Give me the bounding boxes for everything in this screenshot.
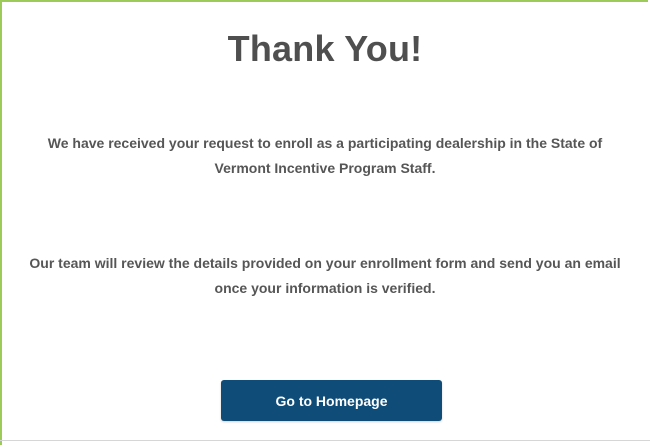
divider — [0, 440, 650, 441]
confirmation-message: We have received your request to enroll … — [47, 135, 603, 176]
page-title: Thank You! — [227, 28, 423, 69]
go-to-homepage-button[interactable]: Go to Homepage — [221, 380, 442, 421]
next-steps-message: Our team will review the details provide… — [29, 255, 621, 296]
